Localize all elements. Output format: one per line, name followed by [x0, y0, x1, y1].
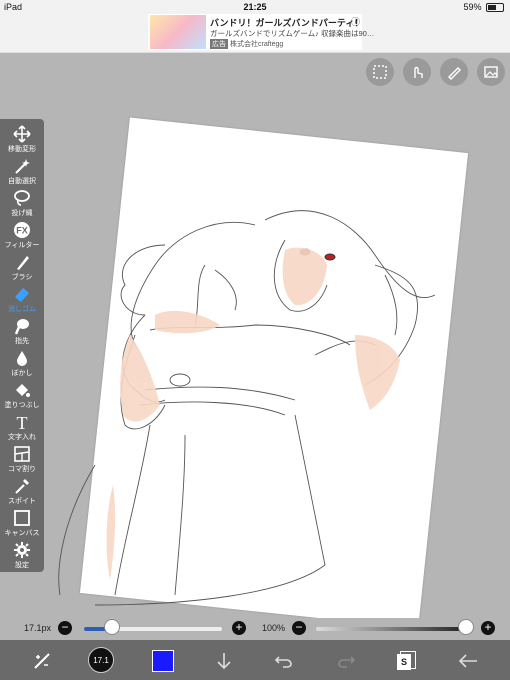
filter-icon: FX [14, 222, 30, 238]
tool-label: 自動選択 [8, 178, 36, 185]
left-toolbar: 移動変形 自動選択 投げ縄 FX フィルター ブラシ 消しゴム 指先 ぼかし 塗… [0, 119, 44, 572]
brush-size-decrease-button[interactable]: − [58, 621, 72, 635]
tool-label: 塗りつぶし [4, 402, 40, 409]
pen-icon [448, 67, 461, 80]
ad-company: 株式会社craftegg [230, 41, 284, 48]
opacity-increase-button[interactable]: + [481, 621, 495, 635]
layers-button[interactable]: S [394, 649, 418, 673]
ad-description[interactable]: ガールズバンドでリズムゲーム♪ 収録楽曲は90… [210, 28, 374, 39]
undo-icon [274, 656, 292, 668]
tool-eyedropper[interactable]: スポイト [0, 475, 44, 507]
redo-icon [338, 656, 356, 668]
adjust-button[interactable] [30, 649, 54, 673]
magic-wand-icon [15, 159, 30, 174]
tool-move[interactable]: 移動変形 [0, 123, 44, 155]
slider-bar: 17.1px − + 100% − + [0, 618, 510, 640]
tool-frame[interactable]: コマ割り [0, 443, 44, 475]
text-glyph: T [17, 413, 28, 431]
bucket-icon [16, 384, 30, 397]
battery-status: 59% [463, 2, 504, 13]
tool-label: スポイト [8, 498, 36, 505]
back-icon [458, 654, 477, 668]
opacity-decrease-button[interactable]: − [292, 621, 306, 635]
tool-settings[interactable]: 設定 [0, 539, 44, 571]
opacity-knob[interactable] [458, 619, 474, 635]
image-button[interactable] [477, 58, 505, 86]
image-icon [484, 66, 498, 78]
eyedropper-icon [15, 479, 29, 494]
tool-magic-wand[interactable]: 自動選択 [0, 155, 44, 187]
brush-size-increase-button[interactable]: + [232, 621, 246, 635]
finger-icon [14, 319, 29, 335]
redo-button[interactable] [334, 649, 358, 673]
back-button[interactable] [456, 649, 480, 673]
brush-size-button[interactable]: 17.1 [88, 647, 114, 673]
tool-label: ぼかし [11, 370, 33, 377]
color-swatch-button[interactable] [152, 650, 174, 672]
brush-size-knob[interactable] [103, 619, 120, 635]
ad-content[interactable]: バンドリ！ガールズバンドパーティ！ ガールズバンドでリズムゲーム♪ 収録楽曲は9… [148, 14, 374, 50]
status-bar: iPad 21:25 59% [0, 0, 510, 14]
tool-label: キャンバス [4, 530, 40, 537]
tool-label: 投げ縄 [11, 210, 33, 217]
touch-button[interactable] [403, 58, 431, 86]
opacity-label: 100% [262, 623, 286, 633]
tool-label: 指先 [15, 338, 29, 345]
ad-tag: 広告 [210, 39, 228, 49]
selection-button[interactable] [366, 58, 394, 86]
ad-thumbnail[interactable] [150, 15, 206, 49]
battery-icon [486, 3, 504, 13]
tool-label: 移動変形 [8, 146, 36, 153]
undo-button[interactable] [272, 649, 296, 673]
blur-icon [17, 351, 27, 366]
pen-button[interactable] [440, 58, 468, 86]
adjust-icon [34, 653, 50, 669]
battery-percent: 59% [463, 2, 482, 12]
tool-lasso[interactable]: 投げ縄 [0, 187, 44, 219]
frame-icon [14, 446, 30, 462]
brush-icon [17, 256, 29, 270]
selection-icon [373, 65, 387, 79]
text-icon: T [17, 413, 28, 431]
layers-icon: S [397, 651, 416, 671]
clock: 21:25 [243, 2, 267, 12]
filter-glyph: FX [16, 226, 28, 236]
download-button[interactable] [212, 649, 236, 673]
lasso-icon [14, 190, 30, 206]
eraser-icon [15, 288, 29, 302]
move-icon [13, 125, 31, 143]
opacity-slider[interactable] [316, 627, 466, 631]
tool-blur[interactable]: ぼかし [0, 347, 44, 379]
tool-label: 文字入れ [8, 434, 36, 441]
settings-icon [14, 542, 30, 558]
artwork-drawing[interactable] [55, 185, 435, 615]
touch-icon [414, 66, 423, 78]
layers-label: S [397, 654, 411, 670]
tool-filter[interactable]: FX フィルター [0, 219, 44, 251]
tool-label: フィルター [4, 242, 40, 249]
tool-finger[interactable]: 指先 [0, 315, 44, 347]
download-icon [217, 653, 231, 670]
tool-label: 消しゴム [8, 306, 36, 313]
canvas-icon [14, 510, 30, 526]
tool-canvas[interactable]: キャンバス [0, 507, 44, 539]
tool-brush[interactable]: ブラシ [0, 251, 44, 283]
tool-bucket[interactable]: 塗りつぶし [0, 379, 44, 411]
tool-text[interactable]: T 文字入れ [0, 411, 44, 443]
brush-size-badge: 17.1 [93, 655, 109, 665]
tool-label: コマ割り [8, 466, 36, 473]
bottom-toolbar: 17.1 S [0, 640, 510, 680]
ad-banner: バンドリ！ガールズバンドパーティ！ ガールズバンドでリズムゲーム♪ 収録楽曲は9… [0, 14, 510, 53]
brush-size-label: 17.1px [24, 623, 52, 633]
ad-info-icon[interactable]: ⓘ [351, 15, 360, 28]
tool-eraser[interactable]: 消しゴム [0, 283, 44, 315]
tool-label: ブラシ [11, 274, 33, 281]
tool-label: 設定 [15, 562, 29, 569]
